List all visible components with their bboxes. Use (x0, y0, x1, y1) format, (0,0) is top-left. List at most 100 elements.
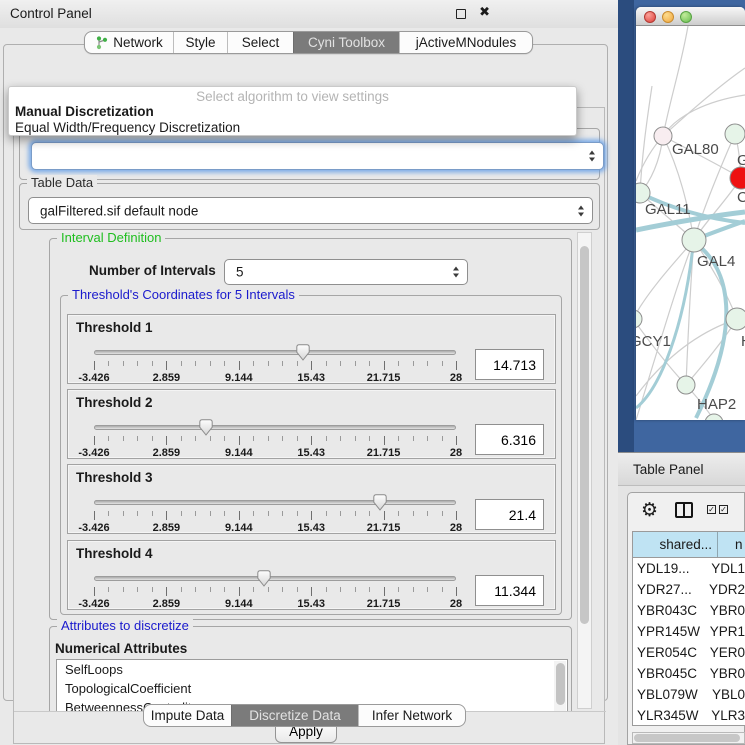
attribute-list-item[interactable]: TopologicalCoefficient (57, 679, 567, 698)
table-hscrollbar[interactable] (632, 732, 745, 744)
network-node[interactable] (636, 310, 642, 328)
threshold-slider[interactable]: -3.4262.8599.14415.4321.71528 (94, 494, 456, 532)
threshold-label: Threshold 1 (76, 320, 153, 335)
tab-cyni-toolbox[interactable]: Cyni Toolbox (293, 32, 399, 53)
popup-option-equal-width-frequency[interactable]: Equal Width/Frequency Discretization (15, 120, 240, 135)
table-header: shared... n (633, 532, 745, 558)
table-toolbar: ⚙ ✓ ✓ (628, 493, 744, 531)
tab-select[interactable]: Select (227, 32, 293, 53)
float-window-icon[interactable] (456, 9, 466, 19)
tab-label: Cyni Toolbox (308, 35, 385, 50)
slider-thumb[interactable] (296, 344, 310, 361)
network-edges (636, 26, 745, 420)
network-node[interactable] (725, 124, 745, 144)
algorithm-combobox[interactable] (31, 142, 604, 170)
network-node[interactable] (654, 127, 672, 145)
minimize-traffic-light[interactable] (662, 11, 674, 23)
threshold-slider[interactable]: -3.4262.8599.14415.4321.71528 (94, 419, 456, 457)
checkbox-icon: ✓ (707, 505, 716, 514)
table-row[interactable]: YDL19...YDL1 (633, 558, 745, 579)
network-node-label: GAL4 (697, 253, 735, 270)
threshold-value-field[interactable] (475, 575, 544, 606)
close-icon[interactable]: ✖ (479, 5, 490, 20)
slider-track[interactable] (94, 500, 456, 505)
network-node[interactable] (682, 228, 706, 252)
table-row[interactable]: YBL079WYBL0 (633, 684, 745, 705)
tab-label: Style (185, 35, 215, 50)
desktop-strip (618, 0, 634, 452)
tab-label: Infer Network (372, 708, 452, 723)
slider-track[interactable] (94, 576, 456, 581)
threshold-value-field[interactable] (475, 349, 544, 380)
slider-tick-labels: -3.4262.8599.14415.4321.71528 (94, 598, 456, 610)
threshold-panel: Threshold 4 -3.4262.8599.14415.4321.71528 (67, 540, 556, 610)
popup-option-manual-discretization[interactable]: Manual Discretization (15, 104, 154, 119)
list-scrollbar-thumb[interactable] (556, 663, 565, 705)
threshold-label: Threshold 4 (76, 546, 153, 561)
gear-icon[interactable]: ⚙ (641, 499, 658, 521)
algorithm-dropdown-popup: Select algorithm to view settings Manual… (8, 86, 577, 136)
network-node-label: GAL11 (645, 201, 691, 218)
slider-ticks (94, 511, 456, 521)
tab-infer-network[interactable]: Infer Network (358, 705, 465, 726)
zoom-traffic-light[interactable] (680, 11, 692, 23)
select-columns-icon[interactable]: ✓ ✓ (707, 505, 728, 514)
cell-shared-name: YBL079W (633, 684, 709, 705)
threshold-panel: Threshold 1 -3.4262.8599.14415.4321.71528 (67, 314, 556, 384)
slider-tick-labels: -3.4262.8599.14415.4321.71528 (94, 447, 456, 459)
cell-shared-name: YDR27... (633, 579, 706, 600)
network-window-titlebar[interactable] (636, 7, 745, 26)
number-of-intervals-spinner[interactable]: 5 (224, 259, 468, 285)
network-node[interactable] (726, 308, 745, 330)
group-legend: Interval Definition (57, 230, 165, 245)
slider-track[interactable] (94, 425, 456, 430)
settings-scrollbar[interactable] (577, 232, 592, 709)
column-header-name[interactable]: n (718, 532, 744, 557)
cell-name: YBL0 (709, 684, 745, 705)
threshold-value-field[interactable] (475, 424, 544, 455)
network-node[interactable] (677, 376, 695, 394)
bottom-tab-bar: Impute Data Discretize Data Infer Networ… (143, 704, 466, 727)
network-node-label: GCY1 (636, 333, 671, 350)
slider-thumb[interactable] (257, 570, 271, 587)
cell-shared-name: YDL19... (633, 558, 708, 579)
attributes-group: Attributes to discretize Numerical Attri… (49, 626, 572, 711)
numerical-attributes-label: Numerical Attributes (55, 641, 187, 656)
table-row[interactable]: YBR045CYBR0 (633, 663, 745, 684)
tab-discretize-data[interactable]: Discretize Data (231, 705, 358, 726)
top-tab-bar: Network Style Select Cyni Toolbox jActiv… (84, 31, 533, 54)
table-row[interactable]: YPR145WYPR1 (633, 621, 745, 642)
panel-title: Control Panel (10, 6, 92, 21)
tab-jactivemnodules[interactable]: jActiveMNodules (399, 32, 532, 53)
slider-thumb[interactable] (199, 419, 213, 436)
table-hscrollbar-thumb[interactable] (634, 734, 740, 742)
network-node-selected[interactable] (730, 167, 745, 189)
tab-network[interactable]: Network (85, 32, 173, 53)
threshold-value-field[interactable] (475, 499, 544, 530)
slider-track[interactable] (94, 350, 456, 355)
network-canvas[interactable]: GAL80GALCGAL11GAL4GCY1HHAP2 (636, 26, 745, 420)
tab-style[interactable]: Style (173, 32, 227, 53)
slider-thumb[interactable] (373, 494, 387, 511)
table-row[interactable]: YDR27...YDR2 (633, 579, 745, 600)
spinner-arrows-icon (453, 267, 459, 278)
table-row[interactable]: YER054CYER0 (633, 642, 745, 663)
slider-ticks (94, 361, 456, 371)
slider-tick-labels: -3.4262.8599.14415.4321.71528 (94, 522, 456, 534)
table-data-combobox[interactable]: galFiltered.sif default node (28, 197, 593, 224)
network-node-label: GAL80 (672, 141, 719, 158)
threshold-slider[interactable]: -3.4262.8599.14415.4321.71528 (94, 344, 456, 382)
list-scrollbar[interactable] (554, 661, 566, 711)
table-row[interactable]: YBR043CYBR0 (633, 600, 745, 621)
settings-scrollbar-thumb[interactable] (580, 246, 589, 624)
split-panel-icon[interactable] (675, 502, 693, 518)
slider-ticks (94, 587, 456, 597)
network-node[interactable] (705, 414, 723, 420)
interval-definition-group: Interval Definition Number of Intervals … (49, 238, 572, 620)
tab-impute-data[interactable]: Impute Data (144, 705, 231, 726)
column-header-shared-name[interactable]: shared... (633, 532, 718, 557)
attribute-list-item[interactable]: SelfLoops (57, 660, 567, 679)
threshold-slider[interactable]: -3.4262.8599.14415.4321.71528 (94, 570, 456, 608)
table-row[interactable]: YLR345WYLR3 (633, 705, 745, 726)
close-traffic-light[interactable] (644, 11, 656, 23)
